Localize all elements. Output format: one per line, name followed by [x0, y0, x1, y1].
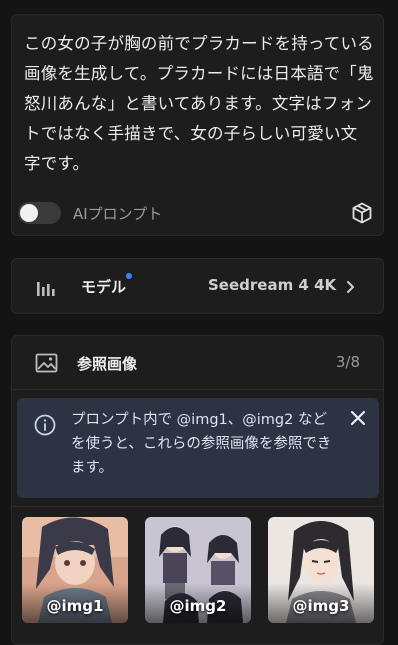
prompt-text[interactable]: この女の子が胸の前でプラカードを持っている画像を生成して。プラカードには日本語で… [24, 29, 374, 179]
divider [12, 389, 383, 390]
reference-image-1[interactable]: @img1 [22, 517, 128, 623]
reference-image-3[interactable]: @img3 [268, 517, 374, 623]
reference-image-label: @img3 [292, 597, 350, 615]
bar-chart-icon [36, 277, 58, 297]
prompt-card: この女の子が胸の前でプラカードを持っている画像を生成して。プラカードには日本語で… [11, 14, 384, 236]
model-label: モデル [81, 278, 127, 296]
cube-icon[interactable] [350, 201, 374, 225]
model-value: Seedream 4 4K [208, 276, 337, 294]
new-indicator-dot [126, 273, 132, 279]
reference-images-title: 参照画像 [77, 355, 138, 373]
info-banner: プロンプト内で @img1、@img2 などを使うと、これらの参照画像を参照でき… [17, 398, 379, 498]
image-icon [35, 353, 58, 373]
info-icon [34, 414, 56, 436]
divider [12, 506, 383, 507]
chevron-right-icon [345, 279, 355, 293]
reference-image-label: @img2 [169, 597, 227, 615]
info-text: プロンプト内で @img1、@img2 などを使うと、これらの参照画像を参照でき… [71, 412, 332, 476]
reference-images-panel: 参照画像 3/8 プロンプト内で @img1、@img2 などを使うと、これらの… [11, 335, 384, 645]
toggle-knob [20, 204, 38, 222]
reference-image-2[interactable]: @img2 [145, 517, 251, 623]
close-icon[interactable] [350, 410, 366, 426]
ai-prompt-label: AIプロンプト [73, 205, 163, 223]
model-selector[interactable]: モデル Seedream 4 4K [11, 258, 384, 314]
reference-images-count: 3/8 [335, 353, 360, 371]
ai-prompt-toggle[interactable] [18, 202, 61, 224]
reference-image-label: @img1 [46, 597, 104, 615]
